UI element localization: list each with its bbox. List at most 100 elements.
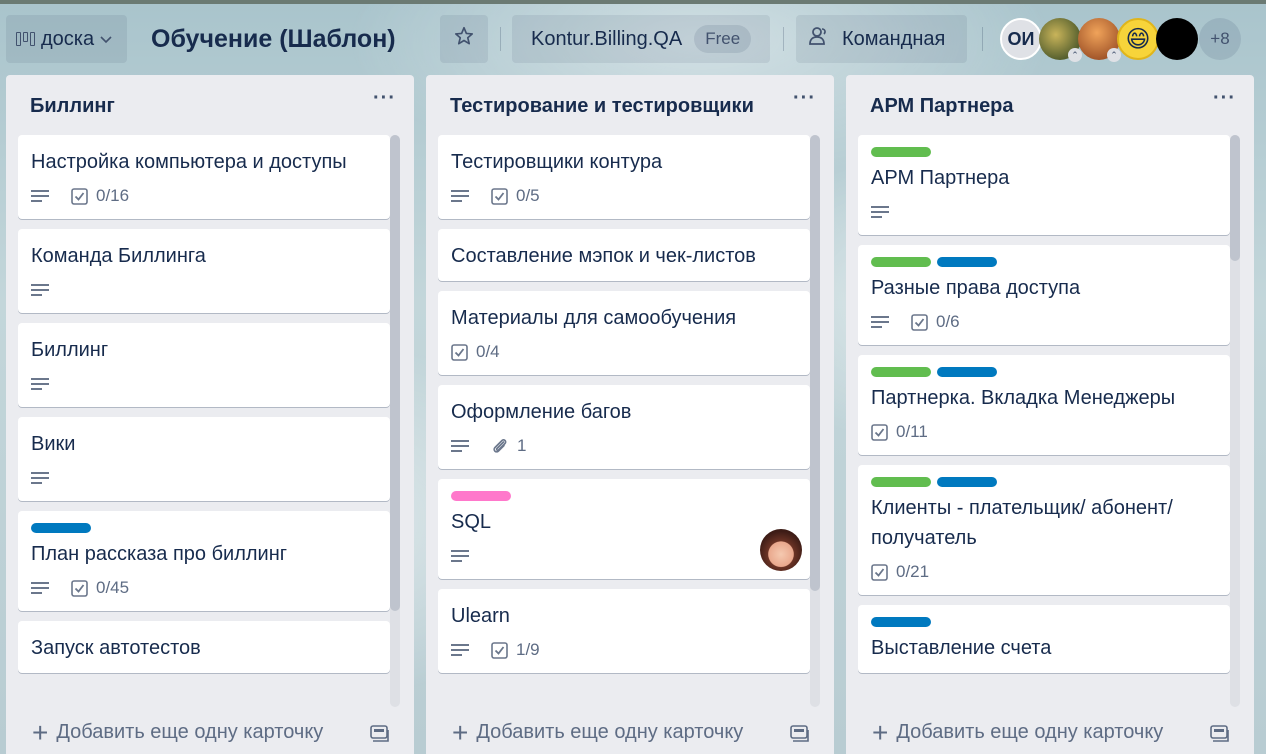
checklist-icon bbox=[871, 563, 888, 581]
card[interactable]: Вики bbox=[18, 417, 390, 501]
description-badge bbox=[871, 206, 889, 218]
checklist-icon bbox=[491, 641, 508, 659]
checklist-icon bbox=[71, 579, 88, 597]
plus-icon: + bbox=[452, 716, 469, 748]
list-scrollbar[interactable] bbox=[1230, 135, 1240, 707]
visibility-label: Командная bbox=[842, 27, 946, 50]
description-badge bbox=[871, 316, 889, 328]
visibility-button[interactable]: Командная bbox=[796, 15, 967, 63]
star-icon bbox=[453, 25, 475, 53]
star-board-button[interactable] bbox=[440, 15, 488, 63]
checklist-count: 0/45 bbox=[96, 578, 130, 597]
add-card-button[interactable]: + Добавить еще одну карточку bbox=[452, 716, 744, 748]
member-avatar[interactable] bbox=[1156, 18, 1198, 60]
more-members-button[interactable]: +8 bbox=[1199, 18, 1241, 60]
checklist-badge: 1/9 bbox=[491, 640, 540, 660]
add-card-label: Добавить еще одну карточку bbox=[56, 721, 324, 743]
checklist-count: 0/6 bbox=[936, 312, 960, 331]
member-avatar[interactable]: ⌃ bbox=[1039, 18, 1082, 62]
list-scrollbar[interactable] bbox=[810, 135, 820, 707]
board-switcher-label: доска bbox=[41, 27, 95, 50]
card-template-icon[interactable] bbox=[370, 725, 390, 748]
card[interactable]: Запуск автотестов bbox=[18, 621, 390, 673]
label-blue[interactable] bbox=[937, 257, 997, 267]
card[interactable]: Материалы для самообучения 0/4 bbox=[438, 291, 810, 375]
label-blue[interactable] bbox=[31, 523, 91, 533]
member-avatar[interactable]: ⌃ bbox=[1078, 18, 1121, 62]
admin-chevron-icon: ⌃ bbox=[1068, 48, 1082, 62]
card-template-icon[interactable] bbox=[1210, 725, 1230, 748]
list-menu-button[interactable]: ··· bbox=[793, 87, 816, 110]
card-title: Разные права доступа bbox=[871, 277, 1081, 299]
label-green[interactable] bbox=[871, 367, 931, 377]
header-divider bbox=[500, 27, 501, 51]
card[interactable]: SQL bbox=[438, 479, 810, 579]
card[interactable]: Клиенты - плательщик/ абонент/ получател… bbox=[858, 465, 1230, 595]
admin-chevron-icon: ⌃ bbox=[1107, 48, 1121, 62]
label-green[interactable] bbox=[871, 257, 931, 267]
plus-icon: + bbox=[872, 716, 889, 748]
list-title[interactable]: Биллинг bbox=[30, 95, 115, 118]
card[interactable]: АРМ Партнера bbox=[858, 135, 1230, 235]
list-title[interactable]: АРМ Партнера bbox=[870, 95, 1014, 118]
description-icon bbox=[31, 378, 49, 390]
checklist-count: 1/9 bbox=[516, 640, 540, 659]
description-badge bbox=[31, 472, 49, 484]
card[interactable]: Выставление счета bbox=[858, 605, 1230, 673]
board-title[interactable]: Обучение (Шаблон) bbox=[151, 15, 396, 63]
card[interactable]: Биллинг bbox=[18, 323, 390, 407]
description-icon bbox=[451, 440, 469, 452]
checklist-icon bbox=[451, 343, 468, 361]
scrollbar-thumb[interactable] bbox=[390, 135, 400, 611]
checklist-count: 0/4 bbox=[476, 342, 500, 361]
list-menu-button[interactable]: ··· bbox=[1213, 87, 1236, 110]
laughing-face-icon: 😄 bbox=[1125, 25, 1151, 53]
card-title: Выставление счета bbox=[871, 637, 1052, 659]
organization-button[interactable]: Kontur.Billing.QA Free bbox=[512, 15, 770, 63]
checklist-badge: 0/4 bbox=[451, 342, 500, 362]
scrollbar-thumb[interactable] bbox=[810, 135, 820, 591]
header-divider bbox=[783, 27, 784, 51]
scrollbar-thumb[interactable] bbox=[1230, 135, 1240, 261]
description-icon bbox=[871, 316, 889, 328]
card[interactable]: Оформление багов 1 bbox=[438, 385, 810, 469]
member-avatar[interactable]: 😄 bbox=[1117, 18, 1159, 60]
header-divider bbox=[982, 27, 983, 51]
label-blue[interactable] bbox=[937, 477, 997, 487]
label-blue[interactable] bbox=[937, 367, 997, 377]
description-badge bbox=[451, 644, 469, 656]
board-members: ОИ ⌃ ⌃ 😄 +8 bbox=[1000, 18, 1241, 62]
card[interactable]: Составление мэпок и чек-листов bbox=[438, 229, 810, 281]
board-switcher-button[interactable]: доска bbox=[6, 15, 127, 63]
card[interactable]: Разные права доступа 0/6 bbox=[858, 245, 1230, 345]
card[interactable]: Команда Биллинга bbox=[18, 229, 390, 313]
card[interactable]: Ulearn 1/9 bbox=[438, 589, 810, 673]
description-badge bbox=[451, 550, 469, 562]
description-badge bbox=[31, 284, 49, 296]
card[interactable]: Партнерка. Вкладка Менеджеры 0/11 bbox=[858, 355, 1230, 455]
card[interactable]: Настройка компьютера и доступы 0/16 bbox=[18, 135, 390, 219]
label-pink[interactable] bbox=[451, 491, 511, 501]
checklist-count: 0/16 bbox=[96, 186, 130, 205]
checklist-badge: 0/6 bbox=[911, 312, 960, 332]
description-icon bbox=[451, 190, 469, 202]
card-template-icon[interactable] bbox=[790, 725, 810, 748]
list-cards: Тестировщики контура 0/5 Составление мэп… bbox=[438, 135, 810, 707]
label-green[interactable] bbox=[871, 477, 931, 487]
member-avatar[interactable]: ОИ bbox=[1000, 18, 1042, 60]
card[interactable]: Тестировщики контура 0/5 bbox=[438, 135, 810, 219]
list-scrollbar[interactable] bbox=[390, 135, 400, 707]
list-title[interactable]: Тестирование и тестировщики bbox=[450, 95, 754, 118]
description-icon bbox=[871, 206, 889, 218]
add-card-button[interactable]: + Добавить еще одну карточку bbox=[32, 718, 324, 746]
label-green[interactable] bbox=[871, 147, 931, 157]
description-icon bbox=[31, 284, 49, 296]
team-visibility-icon bbox=[808, 26, 830, 52]
list-menu-button[interactable]: ··· bbox=[373, 87, 396, 110]
add-card-label: Добавить еще одну карточку bbox=[476, 721, 744, 743]
card[interactable]: План рассказа про биллинг 0/45 bbox=[18, 511, 390, 611]
label-blue[interactable] bbox=[871, 617, 931, 627]
card-member-avatar[interactable] bbox=[760, 529, 802, 571]
description-icon bbox=[31, 582, 49, 594]
add-card-button[interactable]: + Добавить еще одну карточку bbox=[872, 716, 1163, 748]
